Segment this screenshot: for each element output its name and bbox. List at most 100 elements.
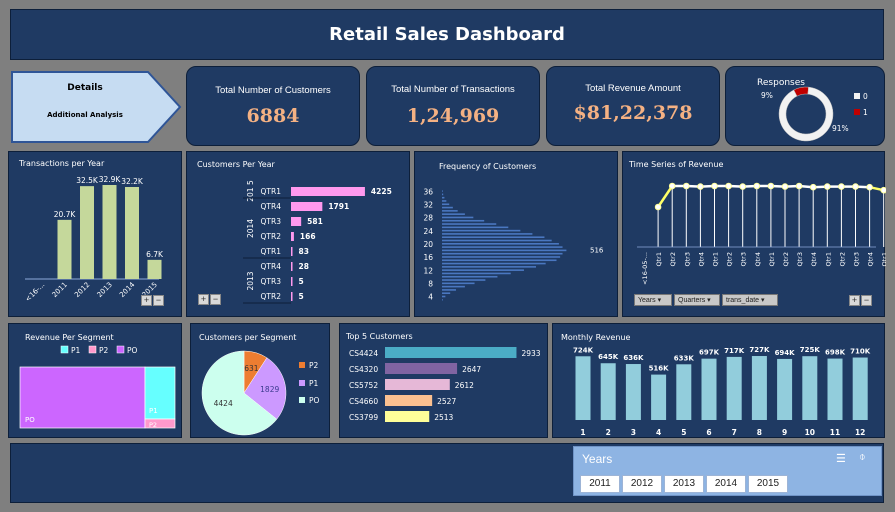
- slicer-item-2012[interactable]: 2012: [622, 475, 662, 493]
- responses-legend-1: 1: [863, 108, 868, 117]
- ts-tick-label: Qtr1: [881, 252, 886, 266]
- freq-bar: [442, 295, 446, 298]
- multi-select-icon[interactable]: ☰: [836, 452, 846, 465]
- rps-legend-p1: P1: [71, 346, 81, 355]
- ts-expand-button[interactable]: +: [849, 295, 860, 306]
- freq-y-tick: 32: [423, 200, 433, 209]
- time-series-panel: Time Series of Revenue <16-05-... Qtr1 Qtr…: [622, 151, 889, 317]
- rps-tile-po-label: PO: [25, 416, 35, 424]
- frequency-panel: Frequency of Customers 36 32 28 24 20 16 12 8 4 5…: [414, 151, 618, 317]
- kpi-revenue-label: Total Revenue Amount: [585, 83, 681, 94]
- top5-bar-CS4320: [385, 363, 458, 374]
- top5-customer-label: CS4320: [349, 365, 378, 374]
- slicer-item-2011[interactable]: 2011: [580, 475, 620, 493]
- tpy-expand-button[interactable]: +: [141, 295, 152, 306]
- cpy-quarter-label: QTR1: [261, 187, 282, 196]
- tpy-collapse-button[interactable]: −: [153, 295, 164, 306]
- filter-trans-date-button[interactable]: trans_date ▾: [722, 294, 778, 306]
- freq-bar: [442, 289, 456, 291]
- top5-customer-label: CS5752: [349, 381, 378, 390]
- freq-bar: [442, 216, 474, 219]
- ts-point: [683, 182, 690, 190]
- ts-point: [838, 183, 845, 190]
- mr-bar-6: [701, 358, 717, 420]
- ts-point: [711, 182, 718, 190]
- responses-label-0: 9%: [761, 91, 773, 100]
- ts-point: [781, 183, 789, 190]
- cpy-bar-2013-QTR4: [291, 262, 293, 271]
- ts-point: [654, 203, 662, 211]
- details-arrow[interactable]: Details Additional Analysis: [10, 70, 182, 144]
- slicer-item-2014[interactable]: 2014: [706, 475, 746, 493]
- header-banner: Retail Sales Dashboard: [10, 9, 884, 60]
- cpy-expand-button[interactable]: +: [198, 294, 209, 305]
- mr-bar-2: [600, 363, 616, 420]
- slicer-item-2015[interactable]: 2015: [748, 475, 788, 493]
- kpi-transactions: Total Number of Transactions 1,24,969: [366, 66, 540, 146]
- ts-point: [753, 182, 761, 190]
- transactions-per-year-title: Transactions per Year: [18, 159, 105, 168]
- cpy-quarter-label: QTR2: [261, 292, 282, 301]
- ts-tick-label: Qtr4: [697, 252, 705, 266]
- mr-data-label: 724K: [573, 346, 594, 354]
- freq-bar: [442, 292, 451, 295]
- revenue-per-segment-chart: Revenue Per Segment P1 P2 PO PO P1 P2: [19, 333, 176, 429]
- ts-tick-label: Qtr1: [824, 252, 832, 266]
- mr-bar-8: [751, 356, 767, 420]
- top5-bar-CS3799: [385, 411, 430, 422]
- tpy-data-label: 32.5K: [76, 176, 99, 185]
- ts-tick-label: Qtr3: [796, 252, 804, 266]
- responses-legend-swatch-1: [854, 109, 860, 115]
- mr-bar-11: [827, 358, 843, 420]
- slicer-item-2013[interactable]: 2013: [664, 475, 704, 493]
- freq-bar: [442, 206, 453, 209]
- top5-title: Top 5 Customers: [345, 332, 413, 341]
- kpi-revenue: Total Revenue Amount $81,22,378: [546, 66, 720, 146]
- mr-tick-label: 8: [757, 428, 762, 437]
- freq-bar: [442, 243, 559, 245]
- transactions-per-year-chart: Transactions per Year <16-... 20.7K 2011 32…: [18, 159, 164, 303]
- additional-analysis-label[interactable]: Additional Analysis: [47, 111, 123, 119]
- freq-bar: [442, 239, 552, 242]
- tpy-bar-2013: [102, 185, 117, 279]
- top5-bar-CS4660: [385, 395, 433, 406]
- top5-value-label: 2612: [455, 381, 474, 390]
- kpi-transactions-value: 1,24,969: [406, 105, 500, 127]
- rps-legend-po: PO: [127, 346, 138, 355]
- customers-per-year-title: Customers Per Year: [197, 160, 276, 169]
- freq-bar: [442, 213, 465, 215]
- ts-tick-label: Qtr1: [655, 252, 663, 266]
- ts-tick-label: Qtr2: [669, 252, 677, 266]
- cpy-bar-2014-QTR1: [291, 247, 293, 256]
- cpy-collapse-button[interactable]: −: [210, 294, 221, 305]
- ts-collapse-button[interactable]: −: [861, 295, 872, 306]
- cps-value-label: 4424: [214, 399, 233, 408]
- ts-tick-label: Qtr3: [740, 252, 748, 266]
- tpy-tick-label: 2013: [96, 281, 114, 299]
- responses-slice-1: [778, 86, 834, 142]
- cps-legend-swatch-p2: [299, 362, 305, 368]
- rps-tile-p2-label: P2: [149, 421, 157, 429]
- rps-tile-po: [19, 366, 146, 429]
- ts-tick-label: Qtr1: [712, 252, 720, 266]
- filter-years-button[interactable]: Years ▾: [634, 294, 672, 306]
- cpy-value-label: 581: [307, 217, 323, 226]
- freq-bar: [442, 233, 533, 235]
- ts-point: [880, 186, 888, 194]
- ts-point: [725, 182, 732, 190]
- ts-tick-label: Qtr4: [754, 252, 762, 266]
- slicer-title: Years: [582, 452, 613, 466]
- mr-data-label: 633K: [674, 354, 695, 362]
- clear-filter-icon[interactable]: ⌽: [859, 451, 866, 464]
- tpy-bar-2014: [125, 187, 139, 279]
- ts-tick-label: <16-05-...: [641, 252, 649, 285]
- freq-bar: [442, 269, 524, 271]
- mr-data-label: 694K: [775, 349, 796, 357]
- years-slicer[interactable]: Years ☰ ⌽ 2011 2012 2013 2014 2015: [573, 446, 882, 496]
- mr-bar-12: [852, 357, 868, 420]
- filter-years-label: Years: [638, 297, 656, 304]
- filter-quarters-button[interactable]: Quarters ▾: [674, 294, 720, 306]
- kpi-transactions-label: Total Number of Transactions: [391, 84, 515, 95]
- ts-tick-label: Qtr3: [683, 252, 691, 266]
- mr-data-label: 717K: [724, 347, 745, 355]
